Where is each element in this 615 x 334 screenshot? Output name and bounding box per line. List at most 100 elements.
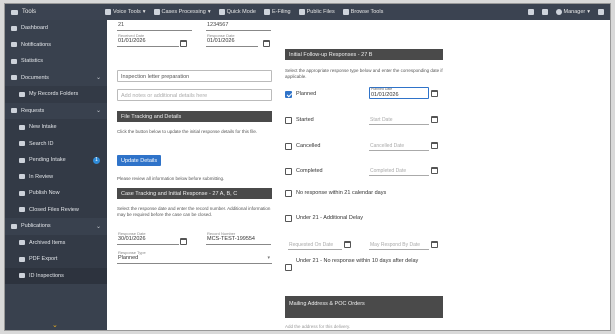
menu-icon[interactable]: [11, 9, 18, 15]
folder-icon: [19, 91, 25, 97]
sidebar-item-publications[interactable]: Publications ⌄: [5, 218, 107, 235]
calendar-icon[interactable]: [344, 241, 351, 248]
calendar-icon[interactable]: [431, 241, 438, 248]
top-left-field[interactable]: 21: [117, 22, 192, 31]
chevron-down-icon: ▾: [207, 9, 211, 15]
notes-input[interactable]: Add notes or additional details here: [117, 89, 272, 101]
user-menu[interactable]: Manager ▾: [555, 9, 590, 15]
sidebar-item-documents[interactable]: Documents ⌄: [5, 70, 107, 87]
calendar-icon[interactable]: [431, 142, 438, 149]
top-menu-quick-mode[interactable]: Quick Mode: [218, 9, 256, 15]
box-icon: [19, 240, 25, 246]
case-response-date-field[interactable]: Response Date 30/01/2026: [117, 231, 179, 245]
calendar-icon[interactable]: [263, 40, 270, 47]
response-started-checkbox[interactable]: [285, 117, 292, 124]
response-planned-checkbox[interactable]: [285, 91, 292, 98]
top-menu-cases-processing[interactable]: Cases Processing ▾: [153, 9, 211, 15]
sidebar-item-my-records-folders[interactable]: My Records Folders: [5, 86, 107, 103]
file-icon: [263, 9, 270, 15]
calendar-icon[interactable]: [431, 116, 438, 123]
sidebar-item-label: In Review: [29, 173, 54, 180]
chevron-down-icon: ⌄: [95, 223, 101, 230]
sidebar-item-search-id[interactable]: Search ID: [5, 135, 107, 152]
publish-icon: [19, 190, 25, 196]
response-type-select[interactable]: Response Type Planned ▾: [117, 250, 272, 264]
no-response-checkbox[interactable]: [285, 190, 292, 197]
sidebar-item-new-intake[interactable]: New Intake: [5, 119, 107, 136]
under21-delay-label: Under 21 - Additional Delay: [296, 215, 363, 221]
sidebar-item-closed-files-review[interactable]: Closed Files Review: [5, 201, 107, 218]
under21-no-response-checkbox[interactable]: [285, 264, 292, 271]
sidebar-item-id-inspections[interactable]: ID Inspections: [5, 267, 107, 284]
received-date-field[interactable]: Received Date 01/01/2026: [117, 33, 179, 47]
pdf-icon: [19, 256, 25, 262]
chevron-down-icon: ⌄: [95, 75, 101, 82]
sidebar-item-archived-items[interactable]: Archived Items: [5, 234, 107, 251]
review-note-text: Please review all information below befo…: [117, 176, 225, 181]
response-started-label: Started: [296, 117, 314, 123]
shield-icon[interactable]: [541, 9, 548, 15]
response-completed-checkbox[interactable]: [285, 168, 292, 175]
sidebar-item-dashboard[interactable]: Dashboard: [5, 20, 107, 37]
notification-bell-icon[interactable]: [527, 9, 534, 15]
response-cancelled-checkbox[interactable]: [285, 143, 292, 150]
delay-requested-date-field[interactable]: Requested On Date: [288, 238, 342, 250]
top-right-controls: Manager ▾: [527, 9, 610, 15]
browse-icon: [342, 9, 349, 15]
sidebar-item-label: PDF Export: [29, 256, 58, 263]
logout-icon[interactable]: [598, 9, 604, 15]
description-input[interactable]: Inspection letter preparation: [117, 70, 272, 82]
sidebar-item-requests[interactable]: Requests ⌄: [5, 103, 107, 120]
cases-icon: [153, 9, 160, 15]
app-name: Tools: [22, 9, 37, 15]
update-details-button[interactable]: Update Details: [117, 155, 162, 166]
follow-up-section-header: Initial Follow-up Responses - 27 B: [285, 49, 443, 60]
response-started-date-field[interactable]: Start Date: [369, 113, 429, 125]
sidebar-item-in-review[interactable]: In Review: [5, 168, 107, 185]
top-menu-public-files[interactable]: Public Files: [298, 9, 335, 15]
archive-icon: [19, 207, 25, 213]
sidebar-item-label: ID Inspections: [29, 272, 64, 279]
count-badge: 1: [93, 156, 100, 164]
calendar-icon[interactable]: [180, 238, 187, 245]
top-right-field[interactable]: 1234567: [206, 22, 271, 31]
response-cancelled-date-field[interactable]: Cancelled Date: [369, 139, 429, 151]
response-date-field[interactable]: Response Date 01/01/2026: [206, 33, 258, 47]
file-tracking-section-header: File Tracking and Details: [117, 111, 272, 122]
calendar-icon[interactable]: [431, 167, 438, 174]
response-planned-date-field[interactable]: Planned Date 01/01/2026: [369, 87, 429, 99]
book-icon: [11, 223, 17, 229]
left-form-column: 21 1234567 Received Date 01/01/2026 Resp…: [117, 20, 277, 330]
sidebar-item-statistics[interactable]: Statistics: [5, 53, 107, 70]
chevron-down-icon[interactable]: ⌄: [52, 321, 58, 329]
review-icon: [19, 174, 25, 180]
search-icon: [19, 141, 25, 147]
sidebar-item-pending-intake[interactable]: Pending Intake 1: [5, 152, 107, 169]
mailing-address-text: Add the address for this delivery.: [285, 324, 351, 329]
app-window: Tools Voice Tools ▾ Cases Processing ▾ Qui…: [4, 3, 611, 331]
calendar-icon[interactable]: [431, 90, 438, 97]
delay-respond-by-date-field[interactable]: May Respond By Date: [369, 238, 429, 250]
under21-delay-checkbox[interactable]: [285, 215, 292, 222]
file-tracking-text: Click the button below to update the ini…: [117, 129, 258, 134]
response-completed-date-field[interactable]: Completed Date: [369, 164, 429, 176]
clock-icon: [19, 157, 25, 163]
record-number-field[interactable]: Record Number MCS-TEST-199554: [206, 231, 271, 245]
top-menu-e-filing[interactable]: E-Filing: [263, 9, 291, 15]
chevron-down-icon: ▾: [587, 9, 590, 15]
top-menu: Voice Tools ▾ Cases Processing ▾ Quick Mod…: [105, 9, 528, 15]
case-tracking-section-header: Case Tracking and Initial Response - 27 …: [117, 188, 272, 199]
sidebar-item-publish-now[interactable]: Publish Now: [5, 185, 107, 202]
under21-no-response-label: Under 21 - No response within 10 days af…: [296, 258, 419, 264]
sidebar-item-label: Requests: [21, 107, 45, 114]
sidebar-item-notifications[interactable]: Notifications: [5, 37, 107, 54]
calendar-icon[interactable]: [180, 40, 187, 47]
app-brand[interactable]: Tools: [5, 9, 105, 15]
top-menu-voice-tools[interactable]: Voice Tools ▾: [105, 9, 146, 15]
sidebar-item-label: Search ID: [29, 140, 54, 147]
top-menu-browse-tools[interactable]: Browse Tools: [342, 9, 383, 15]
chevron-down-icon: ▾: [267, 255, 270, 261]
sidebar-item-pdf-export[interactable]: PDF Export: [5, 251, 107, 268]
sidebar-item-label: Closed Files Review: [29, 206, 79, 213]
bell-icon: [11, 42, 17, 48]
